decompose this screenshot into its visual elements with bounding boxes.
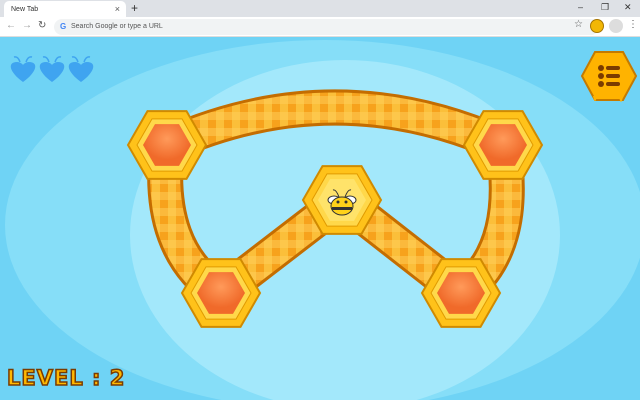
- menu-button[interactable]: [580, 51, 638, 102]
- omnibox[interactable]: G Search Google or type a URL: [54, 19, 599, 35]
- tab-bar: New Tab × + – ❐ ✕: [0, 0, 640, 17]
- forward-icon[interactable]: →: [22, 20, 32, 31]
- list-icon: [598, 65, 620, 87]
- tab-new-tab[interactable]: New Tab ×: [4, 1, 126, 17]
- minimize-button[interactable]: –: [578, 2, 583, 12]
- lives: [10, 56, 94, 82]
- toolbar: ← → ↻ G Search Google or type a URL ☆ ⋮: [0, 17, 640, 37]
- extensions-icon[interactable]: [609, 19, 623, 33]
- new-tab-button[interactable]: +: [131, 1, 138, 15]
- life-heart-icon: [39, 56, 65, 82]
- life-heart-icon: [10, 56, 36, 82]
- profile-avatar[interactable]: [590, 19, 604, 33]
- game-canvas[interactable]: [0, 37, 640, 400]
- reload-icon[interactable]: ↻: [38, 20, 46, 31]
- omnibox-placeholder: Search Google or type a URL: [71, 23, 163, 30]
- close-tab-icon[interactable]: ×: [115, 4, 120, 14]
- level-label: LEVEL : 2: [6, 365, 126, 391]
- bookmark-star-icon[interactable]: ☆: [574, 19, 583, 30]
- menu-dots-icon[interactable]: ⋮: [628, 19, 638, 30]
- tab-title: New Tab: [11, 6, 39, 13]
- google-icon: G: [60, 22, 67, 31]
- back-icon[interactable]: ←: [6, 20, 16, 31]
- life-heart-icon: [68, 56, 94, 82]
- restore-button[interactable]: ❐: [601, 2, 609, 13]
- close-window-button[interactable]: ✕: [624, 2, 632, 13]
